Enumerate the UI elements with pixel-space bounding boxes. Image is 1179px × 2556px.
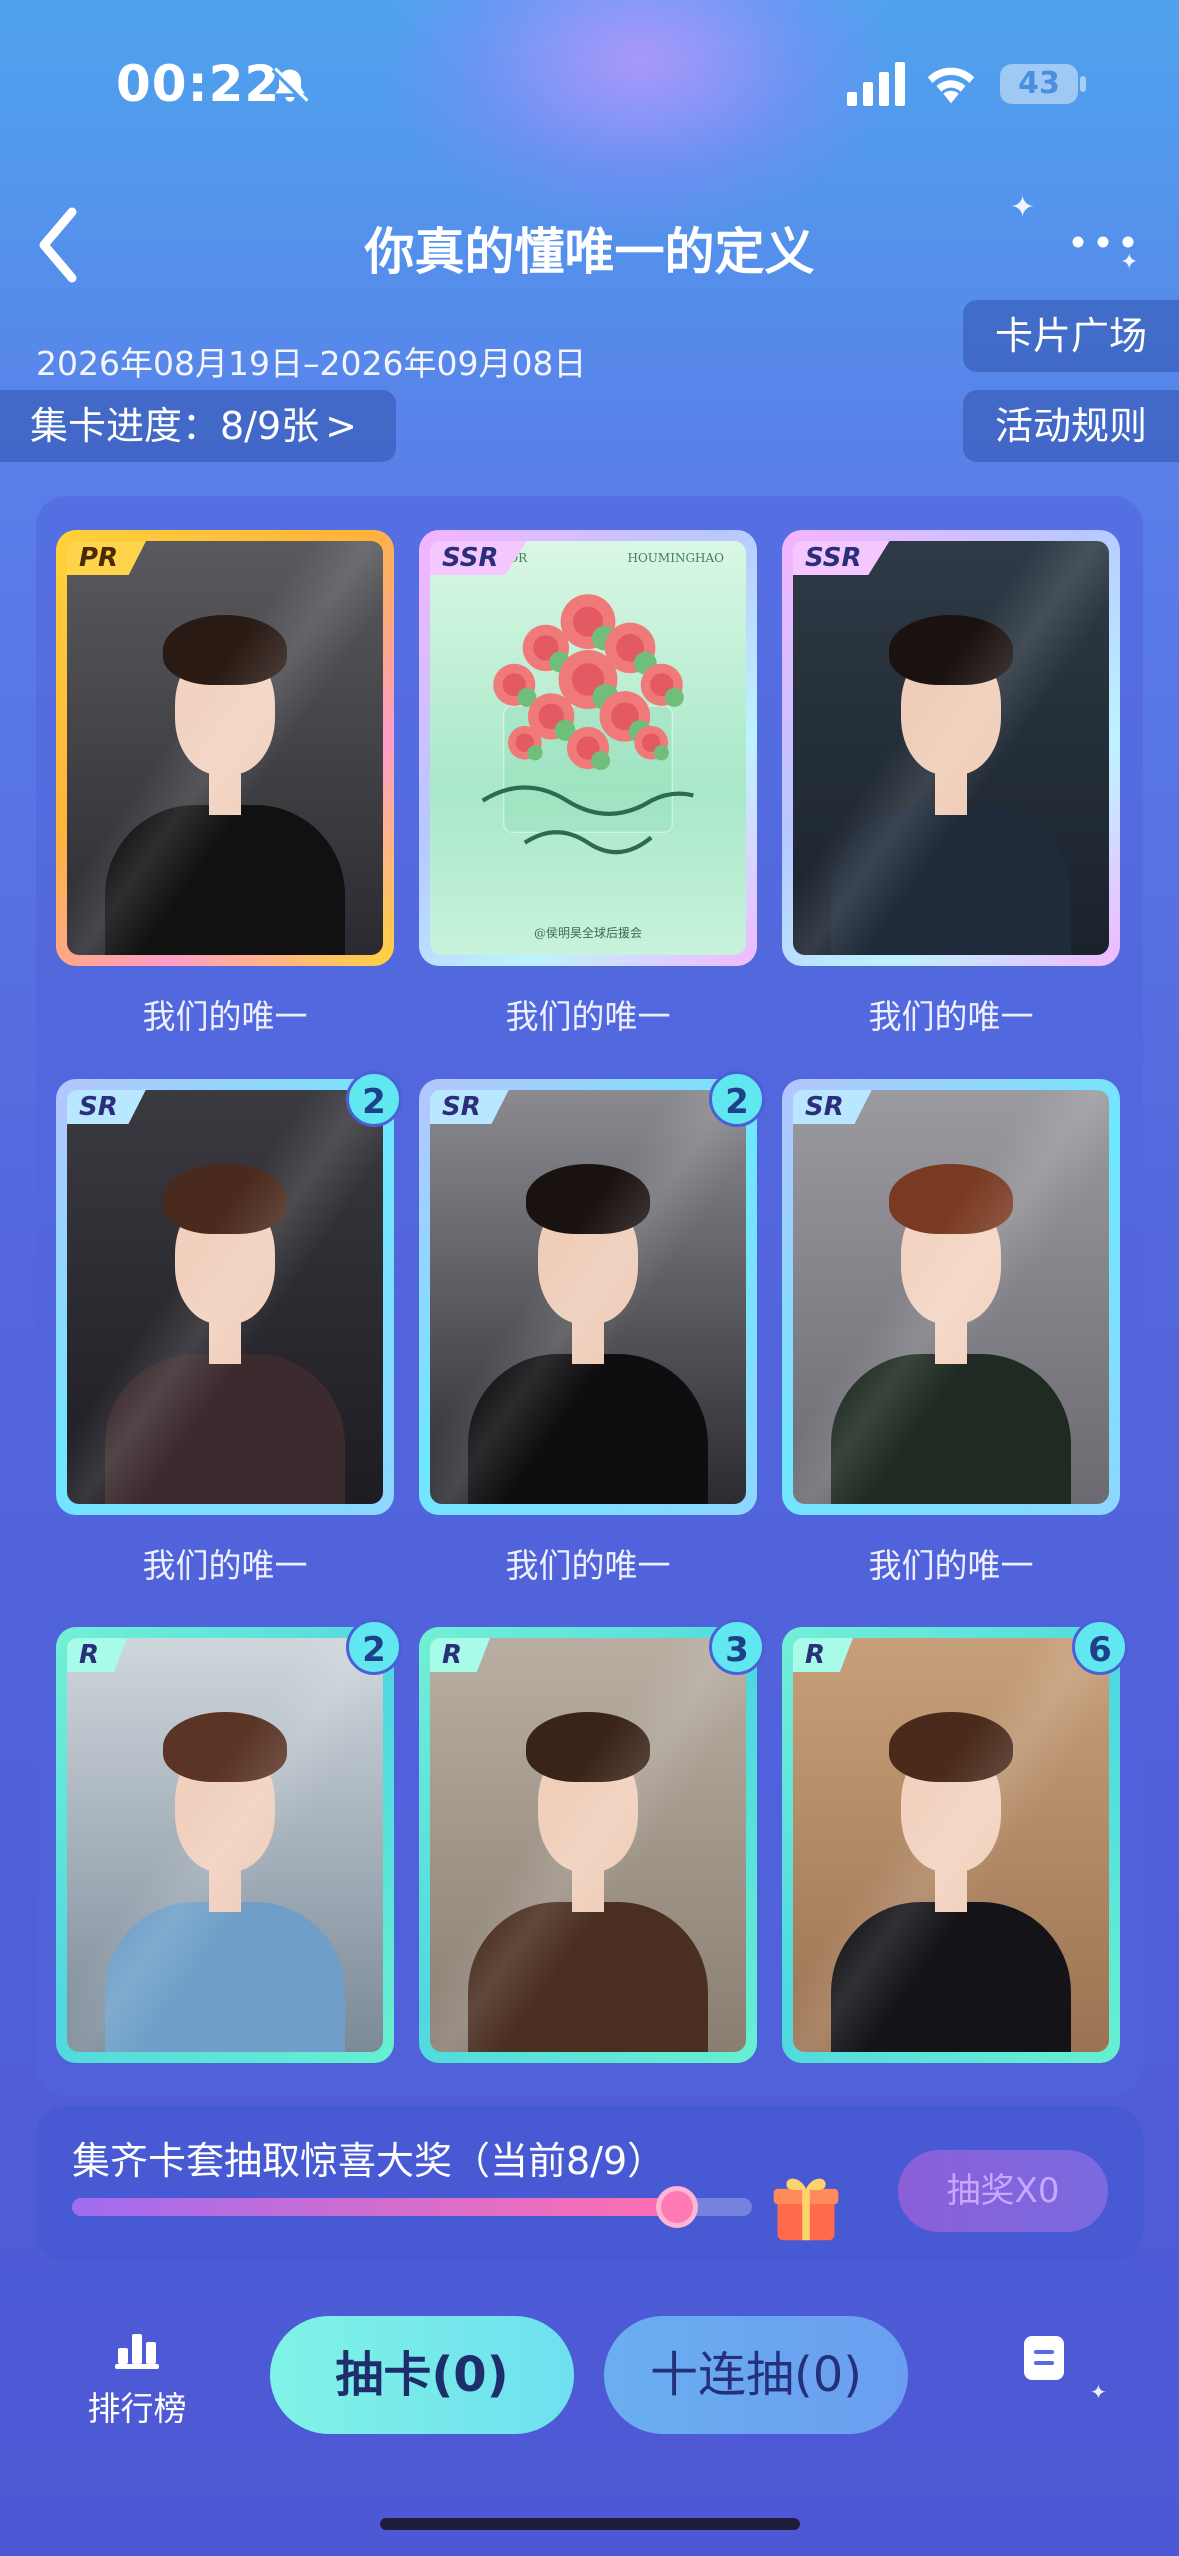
card-photo: FORHOUMINGHAO@侯明昊全球后援会 [430,541,746,955]
card-sheen [793,1638,1109,2052]
signal-icon [847,62,905,106]
lottery-bar: 集齐卡套抽取惊喜大奖（当前8/9） 抽奖X0 [36,2106,1143,2262]
more-icon[interactable] [1068,222,1138,262]
card-grid: PR 我们的唯一 FORHOUMINGHAO@侯明昊全球后援会SSR 我们的唯一 SSR… [36,496,1143,2096]
card-plaza-button[interactable]: 卡片广场 [963,300,1179,372]
gift-icon [773,2178,839,2241]
card-photo [430,1638,746,2052]
sparkle-icon: ✦ [1090,2380,1107,2404]
card-name: 我们的唯一 [868,1546,1034,1585]
card-count-badge: 3 [709,1619,765,1675]
lottery-draw-button[interactable]: 抽奖X0 [898,2150,1108,2232]
event-date-range: 2026年08月19日–2026年09月08日 [36,344,587,383]
card-count-badge: 2 [346,1619,402,1675]
card-photo [67,541,383,955]
draw-card-button[interactable]: 抽卡(0) [270,2316,574,2434]
record-icon[interactable] [1024,2336,1064,2380]
card-name: 我们的唯一 [505,997,671,1036]
card-4[interactable]: SR 2 [56,1071,402,1515]
card-count-badge: 2 [346,1071,402,1127]
wifi-icon [927,67,975,104]
card-5[interactable]: SR 2 [419,1071,765,1515]
status-bar: 00:22 43 [0,0,1179,170]
card-sheen [430,1090,746,1504]
card-1[interactable]: PR [56,530,394,966]
card-photo [793,1090,1109,1504]
card-sheen [793,541,1109,955]
collection-progress-link[interactable]: 集卡进度：8/9张 > [0,390,396,462]
card-count-badge: 6 [1072,1619,1128,1675]
card-photo [793,1638,1109,2052]
home-indicator [380,2518,800,2530]
card-count-badge: 2 [709,1071,765,1127]
page-title: 你真的懂唯一的定义 [364,223,815,281]
poster-footer: @侯明昊全球后援会 [533,926,642,940]
card-name: 我们的唯一 [868,997,1034,1036]
card-3[interactable]: SSR [782,530,1120,966]
activity-rules-button[interactable]: 活动规则 [963,390,1179,462]
bell-slash-icon [271,67,309,105]
ten-draw-button[interactable]: 十连抽(0) [604,2316,908,2434]
card-8[interactable]: R3 [419,1619,765,2063]
card-name: 我们的唯一 [142,997,308,1036]
collection-progress-label: 集卡进度：8/9张 [30,404,320,448]
card-photo [793,541,1109,955]
lottery-progress-fill [72,2198,677,2216]
card-sheen [67,1638,383,2052]
ranking-button[interactable]: 排行榜 [82,2330,192,2450]
battery-tip [1080,76,1086,92]
card-sheen [793,1090,1109,1504]
ranking-label: 排行榜 [87,2389,187,2428]
card-9[interactable]: R6 [782,1619,1128,2063]
lottery-progress-knob [655,2186,698,2228]
card-name: 我们的唯一 [505,1546,671,1585]
card-sheen [430,1638,746,2052]
status-time: 00:22 [116,55,281,113]
lottery-progress-bar [72,2186,752,2228]
card-2[interactable]: FORHOUMINGHAO@侯明昊全球后援会SSR [419,530,757,966]
card-photo [67,1090,383,1504]
card-photo [67,1638,383,2052]
battery-indicator: 43 [1000,64,1078,104]
card-name: 我们的唯一 [142,1546,308,1585]
card-sheen [67,1090,383,1504]
chevron-right-icon: > [325,404,358,448]
rose-bouquet-illustration [481,594,694,855]
card-7[interactable]: R2 [56,1619,402,2063]
ranking-icon [115,2334,159,2369]
card-sheen [67,541,383,955]
card-6[interactable]: SR [782,1079,1120,1515]
card-photo [430,1090,746,1504]
lottery-description: 集齐卡套抽取惊喜大奖（当前8/9） [72,2139,666,2183]
